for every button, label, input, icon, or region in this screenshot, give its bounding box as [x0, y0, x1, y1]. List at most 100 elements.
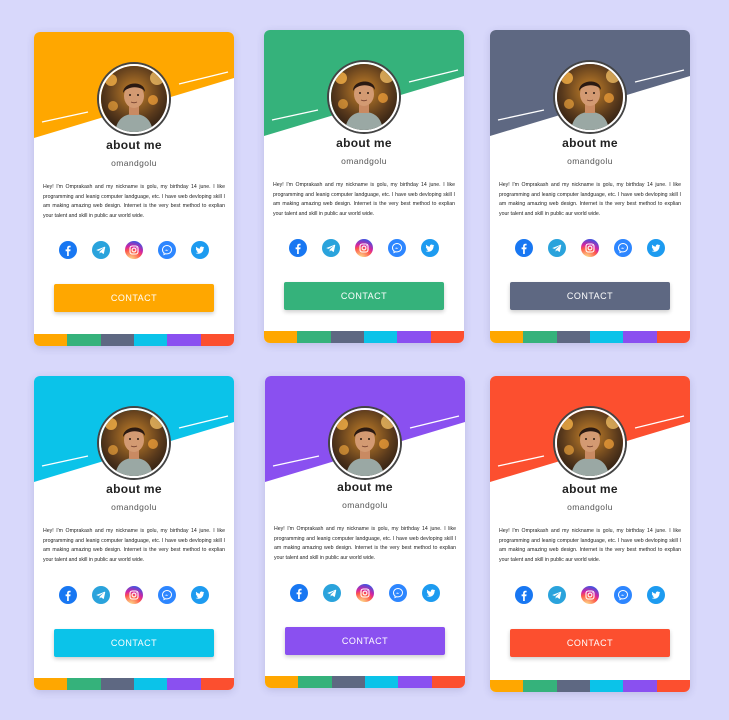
- color-stripe: [34, 334, 234, 346]
- telegram-icon[interactable]: [548, 239, 566, 257]
- color-stripe: [490, 331, 690, 343]
- contact-button[interactable]: CONTACT: [285, 627, 445, 655]
- card-title: about me: [562, 482, 618, 496]
- telegram-icon[interactable]: [92, 241, 110, 259]
- stripe-segment: [330, 331, 364, 343]
- stripe-segment: [34, 678, 68, 690]
- facebook-icon[interactable]: [515, 586, 533, 604]
- stripe-segment: [167, 678, 201, 690]
- social-links: [490, 586, 690, 604]
- contact-button[interactable]: CONTACT: [284, 282, 444, 310]
- twitter-icon[interactable]: [422, 584, 440, 602]
- messenger-icon[interactable]: [389, 584, 407, 602]
- social-links: [265, 584, 465, 602]
- stripe-segment: [523, 680, 557, 692]
- messenger-icon[interactable]: [614, 586, 632, 604]
- instagram-icon[interactable]: [355, 239, 373, 257]
- instagram-icon[interactable]: [581, 586, 599, 604]
- telegram-icon[interactable]: [323, 584, 341, 602]
- stripe-segment: [298, 676, 332, 688]
- telegram-icon[interactable]: [548, 586, 566, 604]
- stripe-segment: [490, 680, 524, 692]
- stripe-segment: [623, 680, 657, 692]
- instagram-icon[interactable]: [581, 239, 599, 257]
- facebook-icon[interactable]: [289, 239, 307, 257]
- bio-text: Hey! I'm Omprakash and my nickname is go…: [274, 526, 456, 561]
- stripe-segment: [589, 331, 624, 343]
- card-title: about me: [106, 138, 162, 152]
- telegram-icon[interactable]: [92, 586, 110, 604]
- color-stripe: [264, 331, 464, 343]
- messenger-icon[interactable]: [614, 239, 632, 257]
- stripe-segment: [67, 678, 101, 690]
- profile-card: about me omandgolu Hey! I'm Omprakash and …: [34, 376, 234, 690]
- profile-card: about me omandgolu Hey! I'm Omprakash and …: [490, 30, 690, 343]
- card-title: about me: [562, 136, 618, 150]
- stripe-segment: [100, 334, 134, 346]
- stripe-segment: [490, 331, 524, 343]
- twitter-icon[interactable]: [647, 586, 665, 604]
- messenger-icon[interactable]: [158, 241, 176, 259]
- facebook-icon[interactable]: [59, 241, 77, 259]
- social-links: [264, 239, 464, 257]
- stripe-segment: [133, 678, 168, 690]
- stripe-segment: [264, 331, 298, 343]
- facebook-icon[interactable]: [515, 239, 533, 257]
- color-stripe: [490, 680, 690, 692]
- facebook-icon[interactable]: [290, 584, 308, 602]
- card-title: about me: [336, 136, 392, 150]
- twitter-icon[interactable]: [421, 239, 439, 257]
- stripe-segment: [623, 331, 657, 343]
- avatar: [555, 62, 625, 132]
- twitter-icon[interactable]: [647, 239, 665, 257]
- profile-card: about me omandgolu Hey! I'm Omprakash and …: [265, 376, 465, 688]
- stripe-segment: [100, 678, 134, 690]
- color-stripe: [265, 676, 465, 688]
- stripe-segment: [556, 331, 590, 343]
- avatar: [99, 64, 169, 134]
- bio-text: Hey! I'm Omprakash and my nickname is go…: [43, 184, 225, 219]
- contact-button[interactable]: CONTACT: [510, 282, 670, 310]
- stripe-segment: [297, 331, 331, 343]
- contact-button[interactable]: CONTACT: [510, 629, 670, 657]
- stripe-segment: [430, 331, 464, 343]
- contact-button[interactable]: CONTACT: [54, 284, 214, 312]
- bio-text: Hey! I'm Omprakash and my nickname is go…: [499, 528, 681, 563]
- instagram-icon[interactable]: [125, 241, 143, 259]
- stripe-segment: [200, 334, 234, 346]
- stripe-segment: [398, 676, 432, 688]
- stripe-segment: [656, 680, 690, 692]
- profile-card: about me omandgolu Hey! I'm Omprakash and …: [34, 32, 234, 346]
- social-links: [490, 239, 690, 257]
- contact-button[interactable]: CONTACT: [54, 629, 214, 657]
- bio-text: Hey! I'm Omprakash and my nickname is go…: [273, 182, 455, 217]
- stripe-segment: [363, 331, 398, 343]
- avatar: [329, 62, 399, 132]
- messenger-icon[interactable]: [158, 586, 176, 604]
- instagram-icon[interactable]: [125, 586, 143, 604]
- bio-text: Hey! I'm Omprakash and my nickname is go…: [43, 528, 225, 563]
- stripe-segment: [265, 676, 299, 688]
- social-links: [34, 586, 234, 604]
- stripe-segment: [67, 334, 101, 346]
- telegram-icon[interactable]: [322, 239, 340, 257]
- stripe-segment: [523, 331, 557, 343]
- stripe-segment: [133, 334, 168, 346]
- username: omandgolu: [111, 502, 157, 512]
- stripe-segment: [589, 680, 624, 692]
- username: omandgolu: [111, 158, 157, 168]
- profile-card: about me omandgolu Hey! I'm Omprakash and …: [264, 30, 464, 343]
- color-stripe: [34, 678, 234, 690]
- stripe-segment: [200, 678, 234, 690]
- facebook-icon[interactable]: [59, 586, 77, 604]
- avatar: [99, 408, 169, 478]
- stripe-segment: [431, 676, 465, 688]
- twitter-icon[interactable]: [191, 241, 209, 259]
- stripe-segment: [656, 331, 690, 343]
- username: omandgolu: [342, 500, 388, 510]
- instagram-icon[interactable]: [356, 584, 374, 602]
- stripe-segment: [556, 680, 590, 692]
- stripe-segment: [397, 331, 431, 343]
- twitter-icon[interactable]: [191, 586, 209, 604]
- messenger-icon[interactable]: [388, 239, 406, 257]
